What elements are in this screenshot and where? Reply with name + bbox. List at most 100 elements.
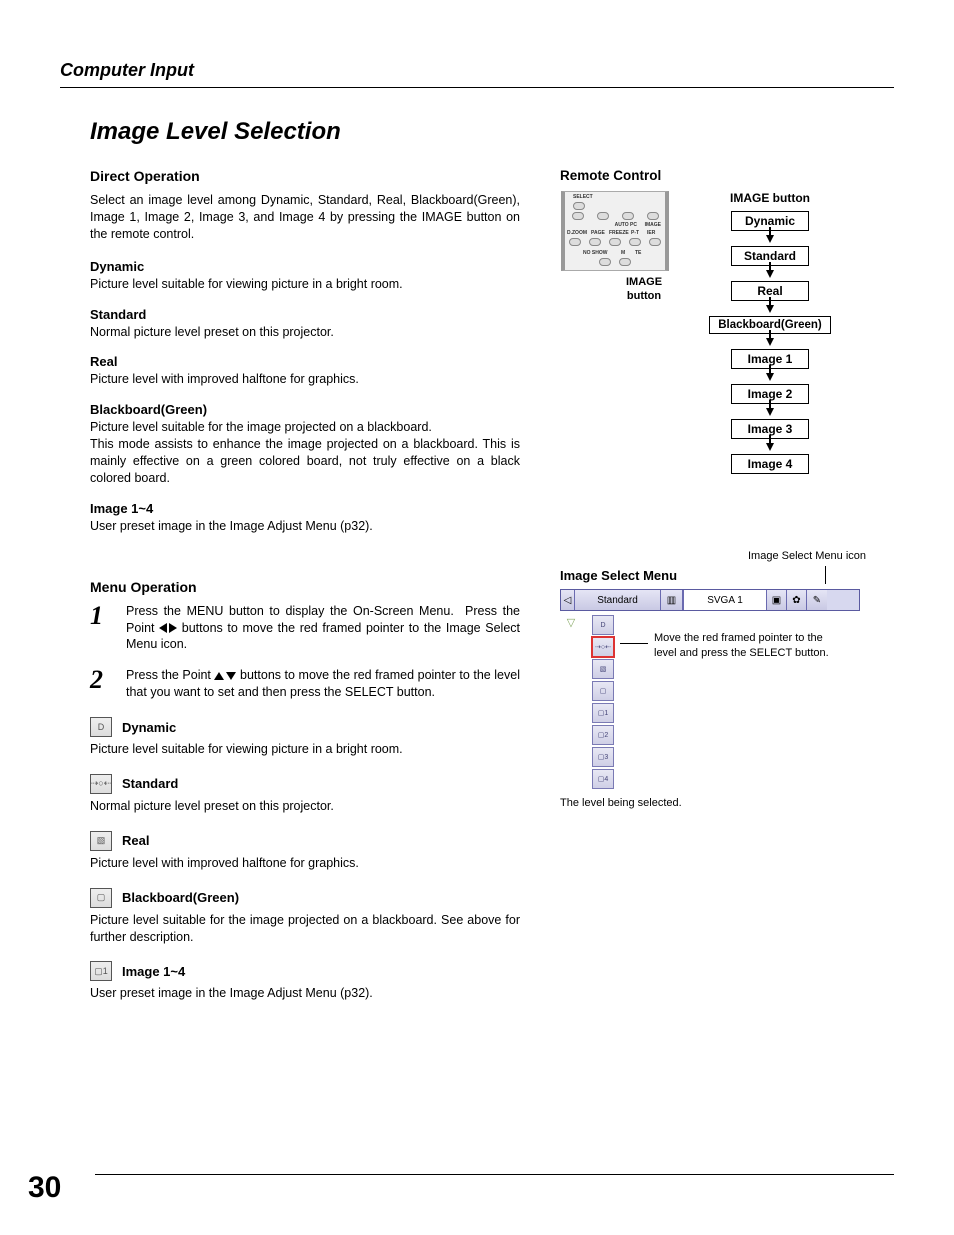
left-column: Direct Operation Select an image level a… (90, 168, 520, 1010)
remote-btn (573, 202, 585, 210)
standard-icon: ⇢○⇠ (90, 774, 112, 794)
arrow-down-icon (766, 305, 774, 313)
footer-rule (95, 1174, 894, 1175)
remote-diagram: SELECT AUTO PC IMAGE (561, 191, 669, 271)
icon-label: Image 1~4 (122, 964, 185, 979)
menu-item-dynamic-icon: D (592, 615, 614, 635)
arrow-down-icon (766, 373, 774, 381)
direct-heading: Direct Operation (90, 168, 520, 184)
annotation-line-icon (620, 643, 648, 644)
remote-page-label: PAGE (591, 230, 605, 236)
icon-row-dynamic: D Dynamic (90, 717, 520, 737)
icon-desc: Picture level with improved halftone for… (90, 855, 520, 872)
menu-item-real-icon: ▧ (592, 659, 614, 679)
flow-item: Image 4 (731, 454, 809, 474)
remote-te-label: TE (635, 250, 641, 256)
remote-btn (599, 258, 611, 266)
remote-btn (589, 238, 601, 246)
direct-item-desc: Picture level suitable for the image pro… (90, 419, 520, 487)
menu-icon: ▥ (661, 590, 683, 610)
direct-item-desc: Picture level suitable for viewing pictu… (90, 276, 520, 293)
triangle-down-icon: ▽ (566, 615, 576, 629)
arrow-down-icon (766, 235, 774, 243)
direct-item-desc: User preset image in the Image Adjust Me… (90, 518, 520, 535)
direct-intro: Select an image level among Dynamic, Sta… (90, 192, 520, 243)
icon-row-image14: ▢1 Image 1~4 (90, 961, 520, 981)
step-text-inner: Press the Point buttons to move the red … (126, 668, 520, 699)
menu-icon: ✿ (787, 590, 807, 610)
menu-left-cap-icon: ◁ (561, 590, 575, 610)
remote-btn (609, 238, 621, 246)
direct-item-name: Dynamic (90, 259, 520, 274)
remote-btn (619, 258, 631, 266)
page-number: 30 (28, 1171, 61, 1205)
arrow-down-icon (766, 338, 774, 346)
right-column: Remote Control SELECT AUTO PC IMAGE (560, 168, 870, 1010)
annotation-text: Move the red framed pointer to the level… (654, 631, 834, 661)
menu-heading: Menu Operation (90, 579, 520, 595)
menu-item-image1-icon: ▢1 (592, 703, 614, 723)
remote-heading: Remote Control (560, 168, 870, 183)
flow-title: IMAGE button (730, 191, 810, 205)
triangle-down-icon (226, 672, 236, 680)
menu-item-standard-icon: ⇢○⇠ (592, 637, 614, 657)
remote-btn (572, 212, 584, 220)
image14-icon: ▢1 (90, 961, 112, 981)
remote-image-label: IMAGE (645, 222, 661, 228)
header-rule (60, 87, 894, 88)
menu-item-blackboard-icon: ▢ (592, 681, 614, 701)
remote-m-label: M (621, 250, 625, 256)
icon-row-standard: ⇢○⇠ Standard (90, 774, 520, 794)
direct-item-name: Real (90, 354, 520, 369)
step-2: 2 Press the Point buttons to move the re… (90, 667, 520, 701)
remote-noshow-label: NO SHOW (583, 250, 607, 256)
icon-row-real: ▧ Real (90, 831, 520, 851)
remote-pt-label: P-T (631, 230, 639, 236)
ism-caption: The level being selected. (560, 797, 870, 809)
icon-label: Standard (122, 776, 178, 791)
step-1: 1 Press the MENU button to display the O… (90, 603, 520, 654)
icon-label: Dynamic (122, 720, 176, 735)
menu-side: ▽ (560, 615, 592, 789)
direct-item-desc: Picture level with improved halftone for… (90, 371, 520, 388)
section-header: Computer Input (60, 60, 894, 81)
direct-item-desc: Normal picture level preset on this proj… (90, 324, 520, 341)
direct-item-name: Standard (90, 307, 520, 322)
image-select-menu-block: Image Select Menu icon Image Select Menu… (560, 568, 870, 809)
remote-btn (597, 212, 609, 220)
remote-btn (622, 212, 634, 220)
direct-item-name: Blackboard(Green) (90, 402, 520, 417)
remote-dzoom-label: D.ZOOM (567, 230, 587, 236)
ism-pointer-label: Image Select Menu icon (748, 550, 866, 562)
menu-icon: ✎ (807, 590, 827, 610)
step-text: Press the Point buttons to move the red … (126, 667, 520, 701)
remote-btn (647, 212, 659, 220)
remote-ier-label: IER (647, 230, 655, 236)
direct-item-name: Image 1~4 (90, 501, 520, 516)
arrow-down-icon (766, 408, 774, 416)
icon-desc: Picture level suitable for viewing pictu… (90, 741, 520, 758)
icon-desc: Picture level suitable for the image pro… (90, 912, 520, 946)
remote-btn (649, 238, 661, 246)
icon-label: Blackboard(Green) (122, 890, 239, 905)
osd-menu-body: ▽ D ⇢○⇠ ▧ ▢ ▢1 ▢2 ▢3 ▢4 Move the red fra… (560, 615, 870, 789)
remote-autopc-label: AUTO PC (615, 222, 637, 228)
menu-signal: SVGA 1 (683, 590, 767, 610)
remote-freeze-label: FREEZE (609, 230, 629, 236)
icon-desc: Normal picture level preset on this proj… (90, 798, 520, 815)
ism-heading: Image Select Menu (560, 568, 870, 583)
blackboard-icon: ▢ (90, 888, 112, 908)
osd-menu-bar: ◁ Standard ▥ SVGA 1 ▣ ✿ ✎ (560, 589, 860, 611)
arrow-down-icon (766, 270, 774, 278)
remote-btn (629, 238, 641, 246)
pointer-annotation: Move the red framed pointer to the level… (614, 615, 870, 789)
menu-icon: ▣ (767, 590, 787, 610)
remote-btn (569, 238, 581, 246)
menu-icon-list: D ⇢○⇠ ▧ ▢ ▢1 ▢2 ▢3 ▢4 (592, 615, 614, 789)
step-number: 2 (90, 667, 112, 701)
triangle-up-icon (214, 672, 224, 680)
menu-item-image2-icon: ▢2 (592, 725, 614, 745)
step-text-inner: Press the MENU button to display the On-… (126, 604, 520, 652)
flow-diagram: IMAGE button Dynamic Standard Real Black… (700, 191, 840, 474)
icon-label: Real (122, 833, 149, 848)
